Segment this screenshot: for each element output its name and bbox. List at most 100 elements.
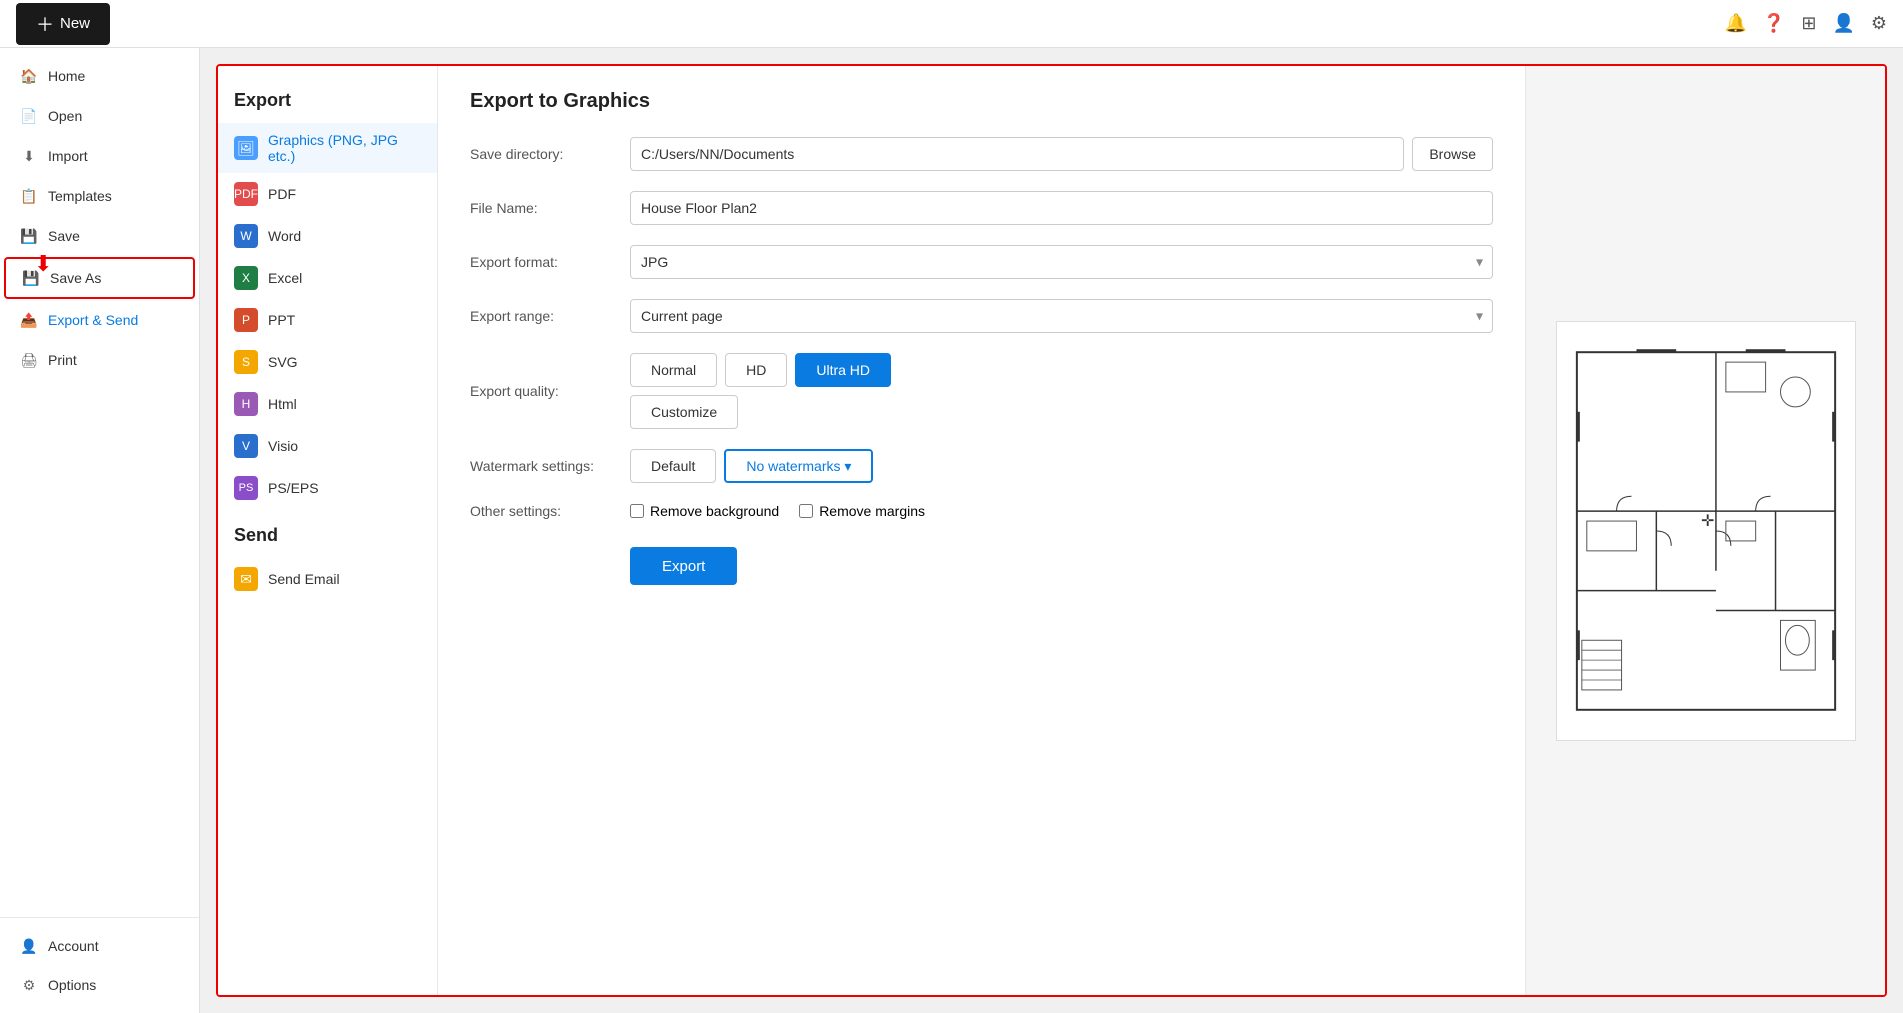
sidebar-item-export-send[interactable]: 📤 Export & Send: [4, 301, 195, 339]
pseps-icon: PS: [234, 476, 258, 500]
sidebar-label-options: Options: [48, 977, 96, 993]
html-icon: H: [234, 392, 258, 416]
remove-background-checkbox[interactable]: Remove background: [630, 503, 779, 519]
open-icon: 📄: [20, 107, 38, 125]
settings-icon[interactable]: ⚙: [1871, 13, 1887, 34]
email-label: Send Email: [268, 571, 340, 587]
bell-icon[interactable]: 🔔: [1725, 13, 1747, 34]
export-panel: Export 🖼 Graphics (PNG, JPG etc.) PDF PD…: [216, 64, 1887, 997]
browse-button[interactable]: Browse: [1412, 137, 1493, 171]
export-range-select[interactable]: Current page All pages Selected: [630, 299, 1493, 333]
export-nav-word[interactable]: W Word: [218, 215, 437, 257]
help-icon[interactable]: ❓: [1763, 13, 1785, 34]
export-range-value: Current page All pages Selected ▾: [630, 299, 1493, 333]
customize-button[interactable]: Customize: [630, 395, 738, 429]
svg-label: SVG: [268, 354, 298, 370]
remove-background-input[interactable]: [630, 504, 644, 518]
watermark-none-button[interactable]: No watermarks ▾: [724, 449, 873, 483]
watermark-default-button[interactable]: Default: [630, 449, 716, 483]
preview-image: ✛: [1556, 321, 1856, 741]
visio-label: Visio: [268, 438, 298, 454]
file-name-input[interactable]: [630, 191, 1493, 225]
export-nav-excel[interactable]: X Excel: [218, 257, 437, 299]
export-format-select[interactable]: JPG PNG BMP GIF TIFF: [630, 245, 1493, 279]
sidebar-item-templates[interactable]: 📋 Templates: [4, 177, 195, 215]
other-settings-row: Other settings: Remove background Remove…: [470, 503, 1493, 519]
content-area: Export 🖼 Graphics (PNG, JPG etc.) PDF PD…: [200, 48, 1903, 1013]
graphics-label: Graphics (PNG, JPG etc.): [268, 132, 421, 164]
export-button[interactable]: Export: [630, 547, 737, 585]
excel-label: Excel: [268, 270, 302, 286]
sidebar-item-options[interactable]: ⚙ Options: [4, 966, 195, 1004]
form-title: Export to Graphics: [470, 90, 1493, 113]
sidebar: 🏠 Home 📄 Open ⬇ Import 📋 Templates 💾 Sav…: [0, 48, 200, 1013]
word-icon: W: [234, 224, 258, 248]
quality-ultrahd-button[interactable]: Ultra HD: [795, 353, 891, 387]
export-button-wrap: Export: [630, 539, 1493, 585]
new-button[interactable]: ＋ New: [16, 3, 110, 45]
excel-icon: X: [234, 266, 258, 290]
export-format-value: JPG PNG BMP GIF TIFF ▾: [630, 245, 1493, 279]
main-content: 🏠 Home 📄 Open ⬇ Import 📋 Templates 💾 Sav…: [0, 48, 1903, 1013]
export-format-row: Export format: JPG PNG BMP GIF TIFF ▾: [470, 245, 1493, 279]
email-icon: ✉: [234, 567, 258, 591]
save-directory-label: Save directory:: [470, 146, 630, 162]
export-nav-pseps[interactable]: PS PS/EPS: [218, 467, 437, 509]
topbar: ＋ New 🔔 ❓ ⊞ 👤 ⚙: [0, 0, 1903, 48]
user-icon[interactable]: 👤: [1832, 13, 1854, 34]
export-nav-pdf[interactable]: PDF PDF: [218, 173, 437, 215]
sidebar-label-save-as: Save As: [50, 270, 101, 286]
sidebar-item-home[interactable]: 🏠 Home: [4, 57, 195, 95]
export-form: Export to Graphics Save directory: Brows…: [438, 66, 1525, 995]
export-range-row: Export range: Current page All pages Sel…: [470, 299, 1493, 333]
sidebar-item-open[interactable]: 📄 Open: [4, 97, 195, 135]
export-range-select-wrap: Current page All pages Selected ▾: [630, 299, 1493, 333]
export-nav-graphics[interactable]: 🖼 Graphics (PNG, JPG etc.): [218, 123, 437, 173]
export-quality-value: Normal HD Ultra HD Customize: [630, 353, 1493, 429]
word-label: Word: [268, 228, 301, 244]
export-nav-email[interactable]: ✉ Send Email: [218, 558, 437, 600]
sidebar-label-import: Import: [48, 148, 88, 164]
export-range-label: Export range:: [470, 308, 630, 324]
templates-icon: 📋: [20, 187, 38, 205]
graphics-icon: 🖼: [234, 136, 258, 160]
sidebar-item-print[interactable]: 🖨 Print: [4, 341, 195, 379]
sidebar-item-save-as[interactable]: 💾 Save As: [4, 257, 195, 299]
sidebar-spacer: [0, 380, 199, 917]
other-settings-label: Other settings:: [470, 503, 630, 519]
ppt-label: PPT: [268, 312, 295, 328]
file-name-label: File Name:: [470, 200, 630, 216]
topbar-icons: 🔔 ❓ ⊞ 👤 ⚙: [1725, 13, 1888, 34]
export-section-title: Export: [218, 82, 437, 123]
export-format-label: Export format:: [470, 254, 630, 270]
export-nav: Export 🖼 Graphics (PNG, JPG etc.) PDF PD…: [218, 66, 438, 995]
sidebar-label-save: Save: [48, 228, 80, 244]
svg-text:✛: ✛: [1701, 513, 1714, 530]
pdf-label: PDF: [268, 186, 296, 202]
sidebar-item-save[interactable]: 💾 Save ⬇: [4, 217, 195, 255]
save-directory-input[interactable]: [630, 137, 1404, 171]
quality-hd-button[interactable]: HD: [725, 353, 787, 387]
quality-button-group: Normal HD Ultra HD: [630, 353, 891, 387]
customize-wrap: Customize: [630, 395, 891, 429]
save-icon: 💾: [20, 227, 38, 245]
sidebar-item-account[interactable]: 👤 Account: [4, 927, 195, 965]
svg-icon: S: [234, 350, 258, 374]
export-nav-html[interactable]: H Html: [218, 383, 437, 425]
print-icon: 🖨: [20, 351, 38, 369]
watermark-label: Watermark settings:: [470, 458, 630, 474]
account-icon: 👤: [20, 937, 38, 955]
remove-margins-checkbox[interactable]: Remove margins: [799, 503, 925, 519]
export-nav-svg[interactable]: S SVG: [218, 341, 437, 383]
apps-icon[interactable]: ⊞: [1801, 13, 1816, 34]
export-nav-ppt[interactable]: P PPT: [218, 299, 437, 341]
new-label: New: [60, 15, 90, 32]
remove-background-label: Remove background: [650, 503, 779, 519]
export-button-row: Export: [470, 539, 1493, 585]
export-nav-visio[interactable]: V Visio: [218, 425, 437, 467]
home-icon: 🏠: [20, 67, 38, 85]
arrow-down-annotation: ⬇: [34, 251, 52, 277]
quality-normal-button[interactable]: Normal: [630, 353, 717, 387]
sidebar-item-import[interactable]: ⬇ Import: [4, 137, 195, 175]
remove-margins-input[interactable]: [799, 504, 813, 518]
